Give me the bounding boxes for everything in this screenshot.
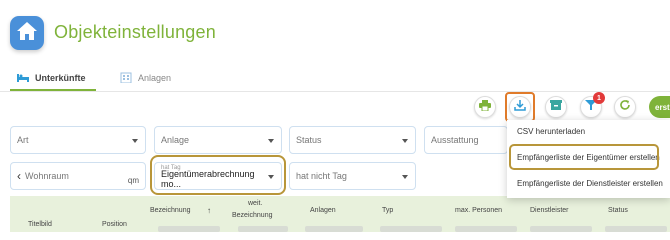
status-select[interactable]: Status <box>289 126 416 154</box>
home-button[interactable] <box>10 16 44 50</box>
filter-cell <box>305 226 363 232</box>
archive-button[interactable] <box>545 96 567 118</box>
print-button[interactable] <box>474 96 496 118</box>
sort-arrow-icon[interactable]: ↑ <box>207 206 211 215</box>
col-titelbild[interactable]: Titelbild <box>28 221 52 228</box>
ausstattung-placeholder: Ausstattung <box>431 135 479 145</box>
tab-divider <box>0 91 670 92</box>
chevron-left-icon: ‹ <box>17 169 21 183</box>
refresh-button[interactable] <box>614 96 636 118</box>
status-placeholder: Status <box>296 135 322 145</box>
hat-nicht-tag-placeholder: hat nicht Tag <box>296 171 347 181</box>
filter-count-badge: 1 <box>593 92 605 104</box>
filter-cell <box>158 226 220 232</box>
menu-item-dienstleister[interactable]: Empfängerliste der Dienstleister erstell… <box>517 179 663 188</box>
page-header: Objekteinstellungen <box>0 0 670 60</box>
refresh-icon <box>619 98 631 116</box>
tab-label: Anlagen <box>138 73 172 83</box>
chevron-down-icon <box>402 175 408 179</box>
col-weit-label-1[interactable]: weit. <box>248 200 262 207</box>
col-position[interactable]: Position <box>102 221 127 228</box>
house-icon <box>16 21 38 46</box>
download-highlight <box>505 92 535 122</box>
page-title: Objekteinstellungen <box>54 22 216 42</box>
art-placeholder: Art <box>17 135 29 145</box>
filter-cell <box>238 226 288 232</box>
col-anlagen[interactable]: Anlagen <box>310 207 336 214</box>
eigentuemer-highlight <box>509 144 659 170</box>
bed-icon <box>17 72 29 84</box>
art-select[interactable]: Art <box>10 126 146 154</box>
tab-bar: Unterkünfte Anlagen <box>10 66 650 92</box>
archive-icon <box>550 98 562 116</box>
building-icon <box>120 72 132 85</box>
wohnraum-input[interactable]: ‹ Wohnraum qm <box>10 162 146 190</box>
anlage-placeholder: Anlage <box>161 135 190 145</box>
chevron-down-icon <box>132 139 138 143</box>
col-max-personen[interactable]: max. Personen <box>455 207 502 214</box>
col-dienstleister[interactable]: Dienstleister <box>530 207 569 214</box>
chevron-down-icon <box>268 139 274 143</box>
col-bezeichnung[interactable]: Bezeichnung <box>150 207 190 214</box>
col-typ[interactable]: Typ <box>382 207 393 214</box>
tab-label: Unterkünfte <box>35 72 86 83</box>
anlage-select[interactable]: Anlage <box>154 126 282 154</box>
hat-nicht-tag-select[interactable]: hat nicht Tag <box>289 162 416 190</box>
hat-tag-highlight <box>150 155 286 195</box>
filter-cell <box>605 226 667 232</box>
wohnraum-unit: qm <box>127 176 139 185</box>
filter-cell <box>530 226 592 232</box>
printer-icon <box>479 98 491 116</box>
wohnraum-placeholder: Wohnraum <box>25 171 69 181</box>
tab-anlagen[interactable]: Anlagen <box>116 66 171 90</box>
create-button[interactable]: erst <box>649 96 670 118</box>
col-weit-bezeichnung[interactable]: Bezeichnung <box>232 212 272 219</box>
chevron-down-icon <box>402 139 408 143</box>
menu-item-csv[interactable]: CSV herunterladen <box>517 127 585 136</box>
tab-unterkuenfte[interactable]: Unterkünfte <box>10 66 96 91</box>
filter-cell <box>380 226 442 232</box>
col-status[interactable]: Status <box>608 207 628 214</box>
ausstattung-select[interactable]: Ausstattung <box>424 126 508 154</box>
filter-cell <box>455 226 517 232</box>
